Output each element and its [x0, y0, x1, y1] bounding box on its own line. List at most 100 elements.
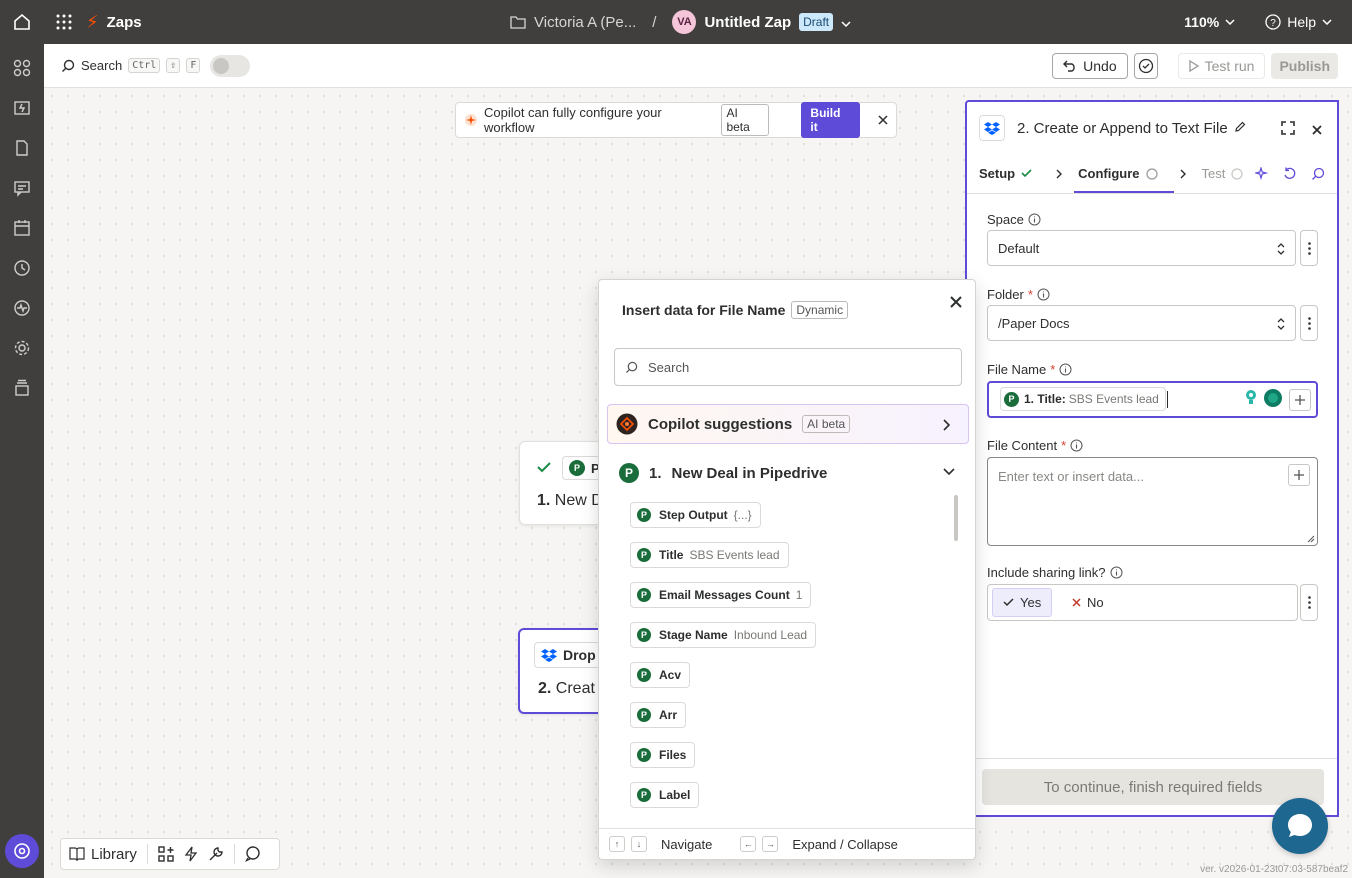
pipedrive-icon: P: [619, 463, 639, 483]
tables-icon[interactable]: [0, 128, 44, 168]
yes-label: Yes: [1020, 595, 1042, 610]
tab-setup[interactable]: Setup: [979, 166, 1032, 181]
avatar[interactable]: VA: [672, 10, 697, 34]
shortcut-shift: ⇧: [166, 58, 181, 73]
dropbox-icon: [979, 115, 1005, 141]
add-step-icon[interactable]: [158, 846, 174, 862]
home-icon[interactable]: [0, 0, 44, 44]
apps-icon[interactable]: [0, 48, 44, 88]
chat-support-button[interactable]: [1272, 798, 1328, 854]
close-icon[interactable]: [878, 113, 888, 128]
undo-label: Undo: [1083, 58, 1117, 74]
data-item-name: Stage Name: [659, 628, 728, 642]
copilot-suggestions-row[interactable]: Copilot suggestions AI beta: [607, 404, 969, 444]
apps-grid-icon[interactable]: [54, 12, 74, 32]
x-icon: [1072, 598, 1081, 607]
insert-data-plus-icon[interactable]: [1288, 464, 1310, 486]
ai-sparkle-icon[interactable]: [1255, 167, 1269, 181]
help-menu[interactable]: ? Help: [1265, 14, 1332, 30]
expand-icon[interactable]: [1281, 121, 1295, 138]
data-item-name: Label: [659, 788, 691, 802]
space-more-icon[interactable]: [1300, 230, 1318, 266]
copilot-spark-icon: [464, 114, 477, 126]
close-icon[interactable]: [1312, 123, 1322, 138]
zaps-bolt-icon: ⚡: [86, 11, 99, 32]
resize-handle-icon[interactable]: [1307, 535, 1315, 543]
info-icon[interactable]: [1028, 213, 1041, 226]
zaps-icon[interactable]: [0, 88, 44, 128]
data-item[interactable]: P Step Output {...}: [630, 502, 761, 528]
view-toggle[interactable]: [210, 54, 251, 77]
build-it-button[interactable]: Build it: [801, 102, 860, 138]
app-name[interactable]: Zaps: [107, 14, 142, 31]
publish-button[interactable]: Publish: [1271, 53, 1338, 79]
data-item[interactable]: P Arr: [630, 702, 687, 728]
history-button[interactable]: [1133, 53, 1158, 79]
comment-icon[interactable]: [244, 846, 261, 862]
zoom-control[interactable]: 110%: [1184, 14, 1235, 30]
sharing-yes-option[interactable]: Yes: [992, 588, 1053, 617]
tab-configure[interactable]: Configure: [1074, 166, 1174, 193]
history-icon[interactable]: [0, 248, 44, 288]
section-title: New Deal in Pipedrive: [671, 464, 828, 482]
tab-test[interactable]: Test: [1202, 166, 1244, 181]
interfaces-icon[interactable]: [0, 168, 44, 208]
lightbulb-icon[interactable]: [1242, 388, 1260, 406]
data-item[interactable]: P Acv: [630, 662, 691, 688]
wrench-icon[interactable]: [208, 846, 224, 862]
data-search-input[interactable]: Search: [614, 348, 962, 386]
chevron-down-icon: [943, 468, 955, 475]
close-icon[interactable]: [950, 296, 962, 311]
data-item[interactable]: P Title SBS Events lead: [630, 542, 789, 568]
chevron-right-icon: [943, 419, 950, 431]
copilot-banner: Copilot can fully configure your workflo…: [455, 102, 897, 138]
activity-icon[interactable]: [0, 288, 44, 328]
refresh-icon[interactable]: [1283, 167, 1297, 181]
info-icon[interactable]: [1037, 288, 1050, 301]
pipedrive-icon: P: [637, 508, 651, 522]
data-item-name: Title: [659, 548, 684, 562]
zap-name[interactable]: Untitled Zap: [704, 14, 791, 31]
dynamic-badge: Dynamic: [791, 301, 849, 319]
folder-more-icon[interactable]: [1300, 305, 1318, 341]
grammar-assist-icon[interactable]: [1263, 388, 1283, 408]
pending-circle-icon: [1145, 167, 1158, 180]
data-item[interactable]: P Label: [630, 782, 700, 808]
continue-button[interactable]: To continue, finish required fields: [982, 769, 1324, 805]
zap-breadcrumb: Victoria A (Pe... / VA Untitled Zap Draf…: [510, 0, 851, 44]
panel-title[interactable]: 2. Create or Append to Text File: [1017, 120, 1228, 137]
settings-gear-icon[interactable]: [0, 328, 44, 368]
info-icon[interactable]: [1070, 439, 1083, 452]
pipedrive-section-header[interactable]: P 1. New Deal in Pipedrive: [619, 462, 955, 484]
test-run-label: Test run: [1204, 58, 1255, 74]
scrollbar[interactable]: [954, 495, 958, 541]
layers-icon[interactable]: [0, 368, 44, 408]
test-run-button[interactable]: Test run: [1177, 53, 1266, 79]
data-item[interactable]: P Stage Name Inbound Lead: [630, 622, 817, 648]
folder-name[interactable]: Victoria A (Pe...: [534, 14, 636, 31]
sharing-more-icon[interactable]: [1300, 584, 1318, 621]
canvas-search[interactable]: Search Ctrl ⇧ F: [61, 58, 201, 73]
library-label: Library: [91, 845, 137, 863]
comment-search-icon[interactable]: [1311, 167, 1325, 181]
data-item[interactable]: P Email Messages Count 1: [630, 582, 812, 608]
info-icon[interactable]: [1059, 363, 1072, 376]
space-select[interactable]: Default: [987, 230, 1296, 266]
undo-button[interactable]: Undo: [1052, 53, 1128, 79]
copilot-icon[interactable]: [5, 834, 39, 868]
info-icon[interactable]: [1110, 566, 1123, 579]
bolt-icon[interactable]: [184, 846, 198, 862]
library-button[interactable]: Library: [69, 846, 137, 863]
data-item[interactable]: P Files: [630, 742, 696, 768]
panel-header: 2. Create or Append to Text File: [967, 102, 1337, 154]
insert-data-plus-icon[interactable]: [1289, 389, 1311, 411]
file-content-input[interactable]: Enter text or insert data...: [987, 457, 1318, 546]
pencil-icon[interactable]: [1234, 121, 1246, 136]
chevron-down-icon[interactable]: [841, 14, 851, 31]
sharing-no-option[interactable]: No: [1068, 588, 1108, 617]
data-token[interactable]: P 1. Title: SBS Events lead: [1000, 387, 1166, 411]
calendar-icon[interactable]: [0, 208, 44, 248]
folder-select[interactable]: /Paper Docs: [987, 305, 1296, 341]
file-name-input[interactable]: P 1. Title: SBS Events lead: [987, 381, 1318, 418]
toolbar: Search Ctrl ⇧ F Undo Test run Publish: [44, 44, 1352, 88]
